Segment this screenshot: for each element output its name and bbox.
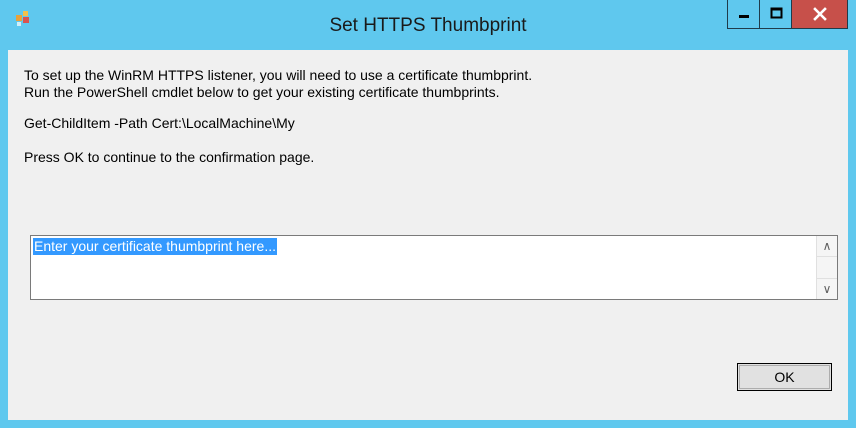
dialog-window: Set HTTPS Thumbprint To set up the WinRM… xyxy=(0,0,856,428)
minimize-button[interactable] xyxy=(727,0,760,29)
close-button[interactable] xyxy=(791,0,848,29)
maximize-icon xyxy=(770,7,783,19)
continue-text: Press OK to continue to the confirmation… xyxy=(24,149,315,165)
vertical-scrollbar[interactable]: ∧ ∨ xyxy=(816,236,837,299)
close-icon xyxy=(813,7,827,21)
thumbprint-input[interactable]: Enter your certificate thumbprint here..… xyxy=(30,235,838,300)
title-bar[interactable]: Set HTTPS Thumbprint xyxy=(0,0,856,50)
thumbprint-input-value: Enter your certificate thumbprint here..… xyxy=(33,238,277,255)
chevron-up-icon: ∧ xyxy=(822,239,832,253)
minimize-icon xyxy=(739,15,749,18)
instruction-text-line1: To set up the WinRM HTTPS listener, you … xyxy=(24,67,533,83)
maximize-button[interactable] xyxy=(759,0,792,29)
instruction-text-line2: Run the PowerShell cmdlet below to get y… xyxy=(24,84,500,100)
chevron-down-icon: ∨ xyxy=(822,282,832,296)
command-text: Get-ChildItem -Path Cert:\LocalMachine\M… xyxy=(24,115,295,131)
scroll-up-button[interactable]: ∧ xyxy=(817,236,837,257)
ok-button[interactable]: OK xyxy=(737,363,832,391)
scroll-down-button[interactable]: ∨ xyxy=(817,278,837,299)
